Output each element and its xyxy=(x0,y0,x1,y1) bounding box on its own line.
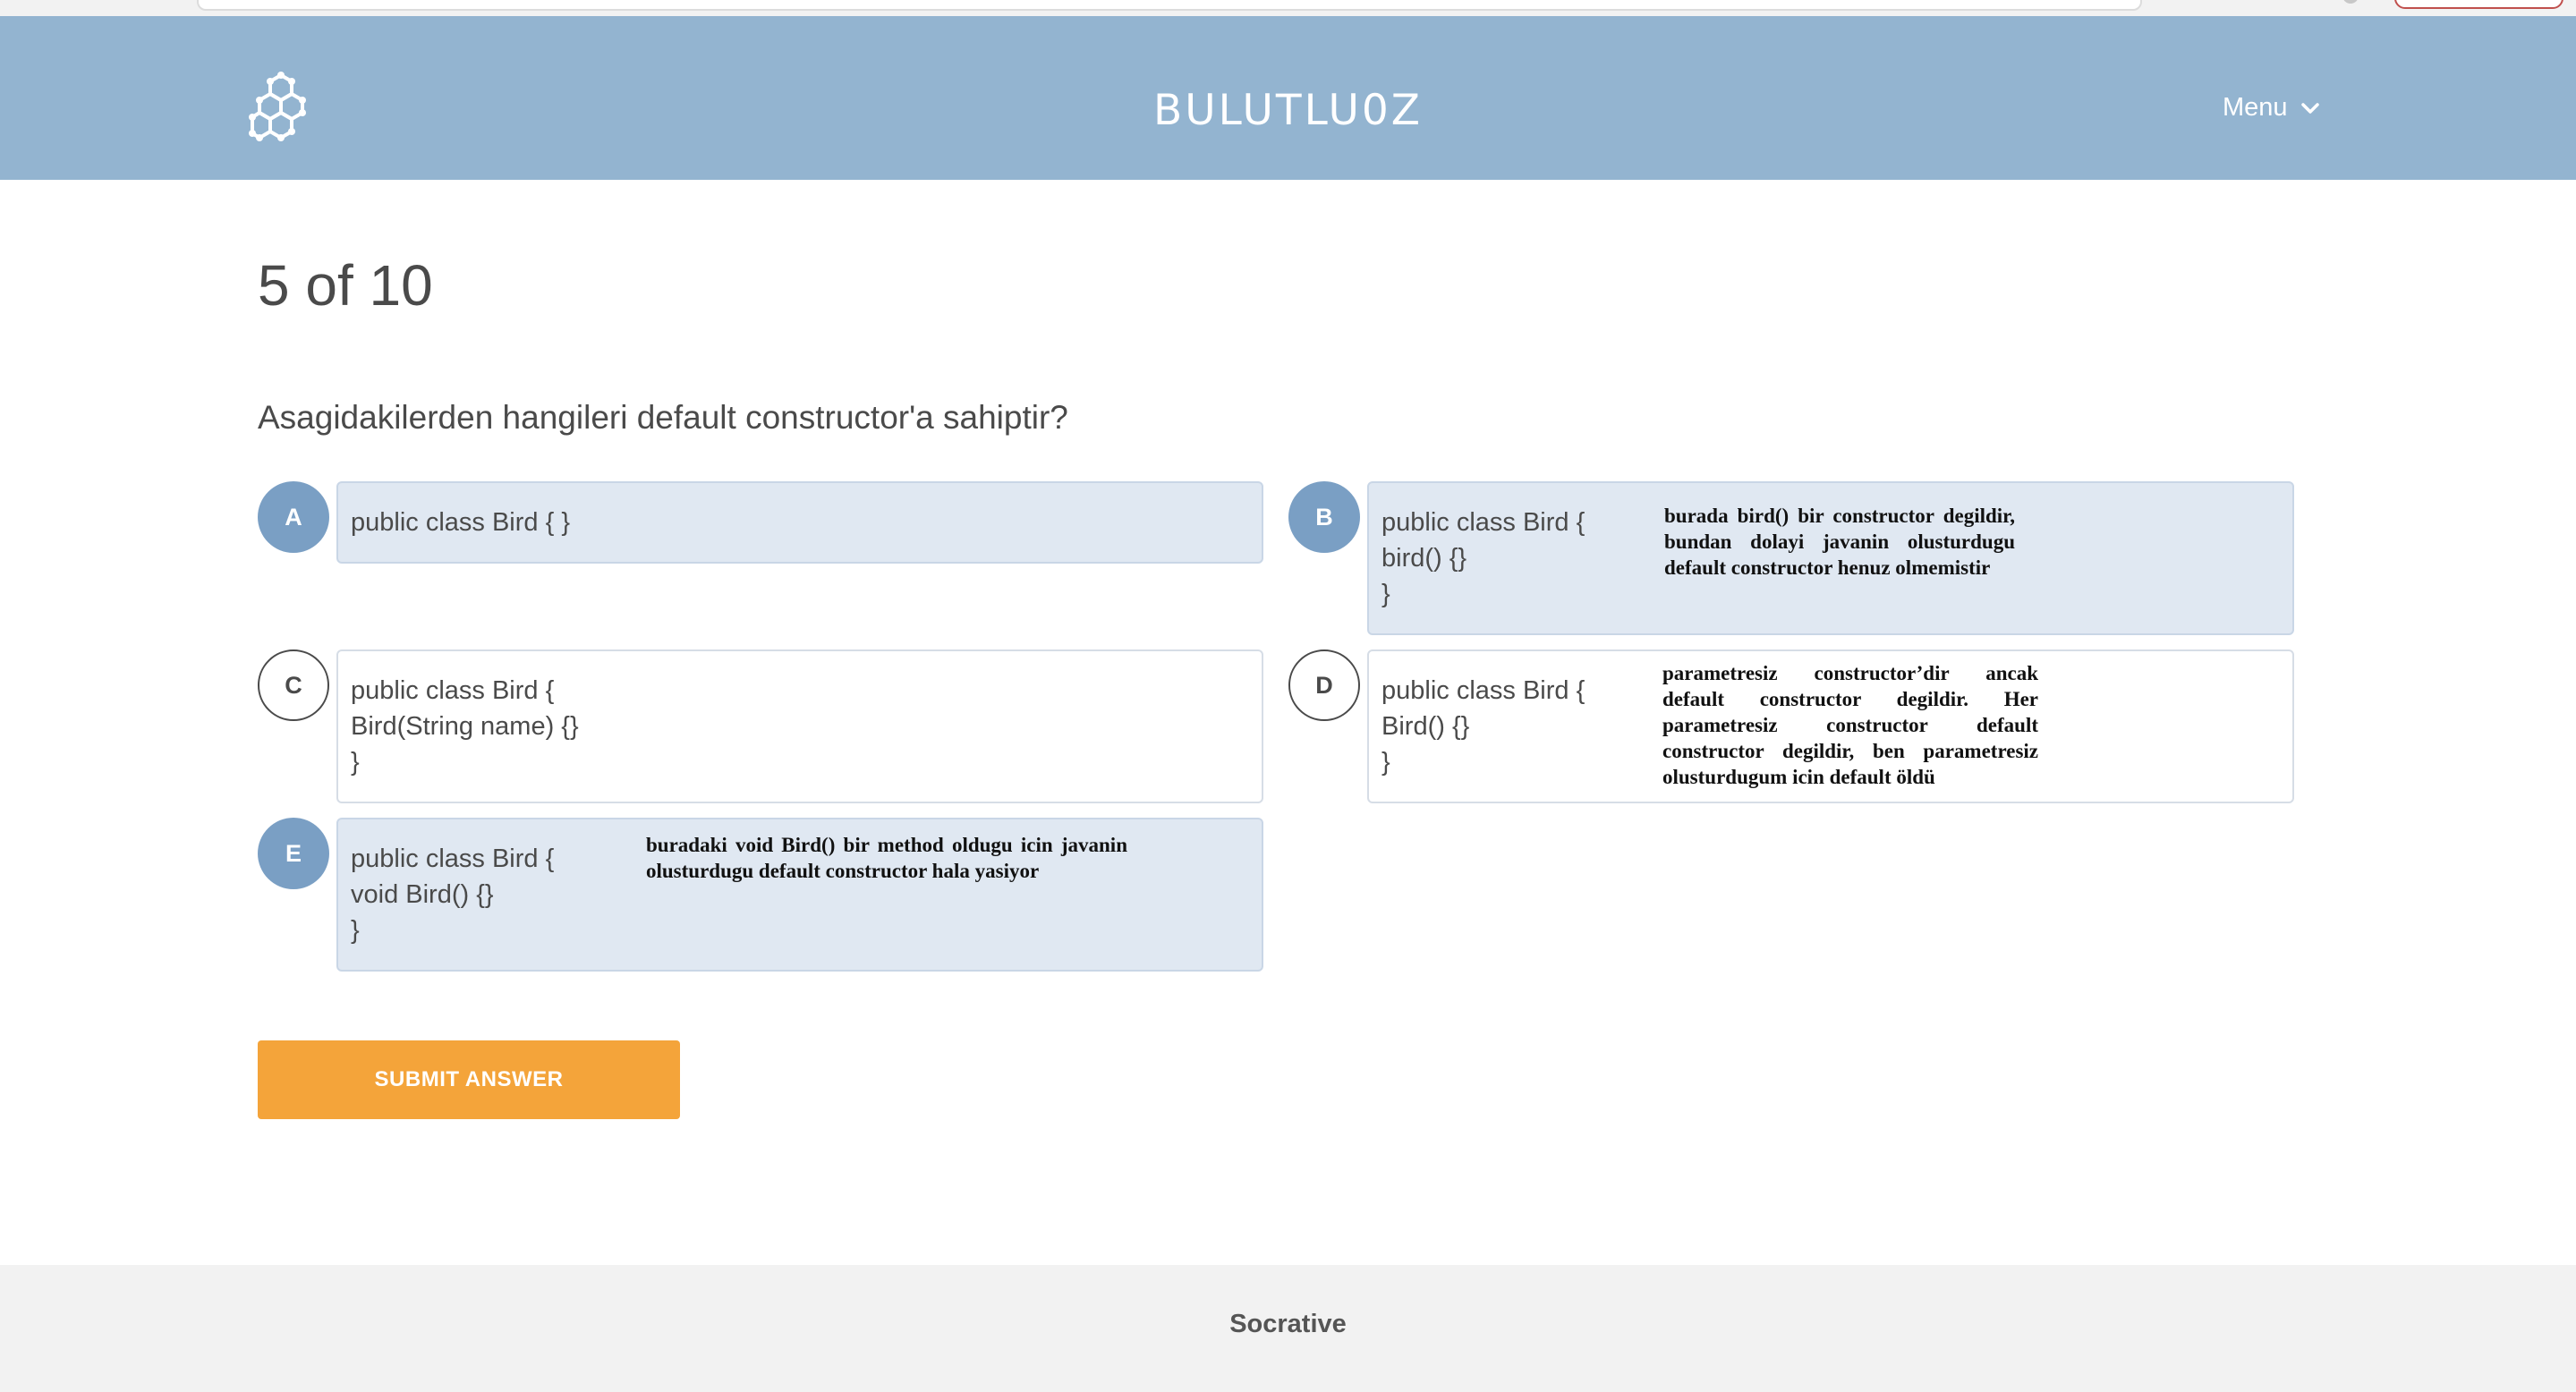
choice-badge-a[interactable]: A xyxy=(258,481,329,553)
answer-choice-c[interactable]: C public class Bird { Bird(String name) … xyxy=(258,649,1263,803)
question-progress: 5 of 10 xyxy=(258,253,433,318)
answer-choice-b[interactable]: B public class Bird { bird() {} } burada… xyxy=(1288,481,2294,635)
choice-note-d: parametresiz constructor’dir ancak defau… xyxy=(1662,662,2038,788)
question-text: Asagidakilerden hangileri default constr… xyxy=(258,399,1068,436)
choice-badge-e[interactable]: E xyxy=(258,818,329,889)
browser-action-button[interactable] xyxy=(2394,0,2563,9)
choice-note-b: burada bird() bir constructor degildir, … xyxy=(1664,505,2015,579)
choice-code-d: public class Bird { Bird() {} } xyxy=(1382,676,1586,777)
browser-top-strip xyxy=(0,0,2576,16)
choice-note-e: buradaki void Bird() bir method oldugu i… xyxy=(646,834,1127,882)
choice-code-e: public class Bird { void Bird() {} } xyxy=(351,845,555,945)
choice-box-d[interactable]: public class Bird { Bird() {} } parametr… xyxy=(1367,649,2294,803)
browser-address-bar[interactable] xyxy=(197,0,2142,11)
choice-badge-c[interactable]: C xyxy=(258,649,329,721)
browser-profile-icon[interactable] xyxy=(2342,0,2359,4)
answer-choice-e[interactable]: E public class Bird { void Bird() {} } b… xyxy=(258,818,1263,972)
choice-box-c[interactable]: public class Bird { Bird(String name) {}… xyxy=(336,649,1263,803)
choice-code-a: public class Bird { } xyxy=(351,508,571,537)
answer-choice-d[interactable]: D public class Bird { Bird() {} } parame… xyxy=(1288,649,2294,803)
app-header: BULUTLU0Z Menu xyxy=(0,16,2576,180)
choice-box-b[interactable]: public class Bird { bird() {} } burada b… xyxy=(1367,481,2294,635)
page-footer: Socrative xyxy=(0,1265,2576,1392)
menu-button[interactable]: Menu xyxy=(2223,93,2320,123)
choice-code-c: public class Bird { Bird(String name) {}… xyxy=(351,676,579,777)
answer-choice-a[interactable]: A public class Bird { } xyxy=(258,481,1263,564)
app-brand-title: BULUTLU0Z xyxy=(1153,86,1423,135)
menu-label: Menu xyxy=(2223,93,2288,122)
choice-box-e[interactable]: public class Bird { void Bird() {} } bur… xyxy=(336,818,1263,972)
chevron-down-icon xyxy=(2300,102,2319,114)
choice-box-a[interactable]: public class Bird { } xyxy=(336,481,1263,564)
choice-badge-b[interactable]: B xyxy=(1288,481,1360,553)
choice-code-b: public class Bird { bird() {} } xyxy=(1382,508,1586,608)
choice-badge-d[interactable]: D xyxy=(1288,649,1360,721)
footer-brand[interactable]: Socrative xyxy=(0,1310,2576,1339)
submit-answer-button[interactable]: SUBMIT ANSWER xyxy=(258,1040,680,1119)
